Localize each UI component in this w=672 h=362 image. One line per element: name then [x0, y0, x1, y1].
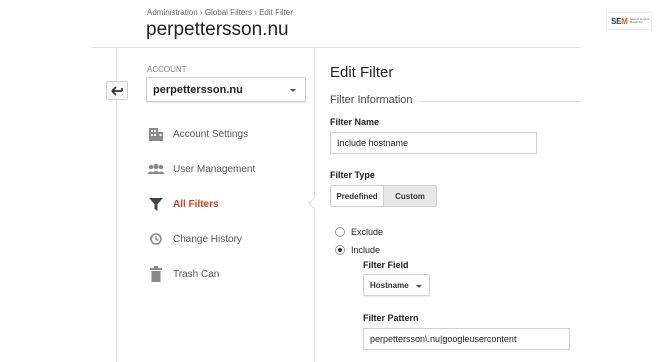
breadcrumb-global-filters[interactable]: Global Filters: [205, 8, 252, 17]
filter-field-label: Filter Field: [363, 260, 409, 270]
radio-exclude-label: Exclude: [351, 227, 384, 237]
filter-name-value: Include hostname: [337, 138, 409, 148]
filter-name-label: Filter Name: [330, 117, 380, 127]
sidebar-item-account-settings[interactable]: Account Settings: [146, 124, 248, 144]
sidebar-item-label: Account Settings: [173, 128, 249, 140]
filter-field-value: Hostname: [370, 280, 409, 290]
filter-pattern-label: Filter Pattern: [363, 313, 419, 323]
filter-field-select[interactable]: Hostname: [363, 274, 430, 296]
filter-type-label: Filter Type: [330, 170, 375, 180]
edit-filter-title: Edit Filter: [330, 64, 394, 81]
sidebar-item-label: User Management: [173, 163, 256, 175]
sidebar-item-user-management[interactable]: User Management: [146, 159, 255, 179]
sidebar-item-label: All Filters: [173, 198, 219, 210]
sidebar-item-label: Trash Can: [173, 268, 220, 280]
filter-icon: [146, 195, 166, 213]
logo-tagline: Search Engine Magazine: [629, 17, 650, 24]
back-arrow-icon: [111, 85, 123, 96]
users-icon: [146, 160, 166, 178]
page-title: perpettersson.nu: [146, 19, 289, 40]
chevron-down-icon: [290, 89, 296, 92]
filter-type-toggle: Predefined Custom: [330, 185, 437, 207]
account-label: ACCOUNT: [147, 65, 187, 74]
tab-predefined[interactable]: Predefined: [331, 186, 383, 206]
building-icon: [146, 125, 166, 143]
breadcrumb-separator: ›: [199, 8, 203, 17]
filter-pattern-input[interactable]: perpettersson\.nu|googleusercontent: [363, 328, 570, 350]
sidebar-item-trash-can[interactable]: Trash Can: [146, 264, 219, 284]
account-select[interactable]: perpettersson.nu: [146, 77, 306, 102]
filter-pattern-value: perpettersson\.nu|googleusercontent: [370, 334, 517, 344]
trash-icon: [146, 265, 166, 283]
tab-custom[interactable]: Custom: [383, 186, 436, 206]
breadcrumb: Administration › Global Filters › Edit F…: [147, 8, 293, 17]
chevron-down-icon: [416, 285, 422, 288]
breadcrumb-separator: ›: [254, 8, 257, 17]
breadcrumb-administration[interactable]: Administration: [147, 8, 198, 17]
account-select-value: perpettersson.nu: [153, 83, 243, 96]
section-divider: [420, 101, 581, 102]
filter-name-input[interactable]: Include hostname: [330, 132, 537, 154]
sem-logo: SEM Search Engine Magazine: [606, 12, 652, 30]
breadcrumb-edit-filter: Edit Filter: [259, 8, 293, 17]
back-button[interactable]: [106, 81, 128, 100]
radio-include-label: Include: [351, 245, 381, 255]
logo-text-m: M: [621, 16, 628, 26]
filter-information-heading: Filter Information: [330, 94, 413, 106]
history-icon: [146, 230, 166, 248]
active-item-pointer: [308, 197, 321, 210]
sidebar-item-label: Change History: [173, 233, 242, 245]
logo-text-se: SE: [611, 16, 622, 26]
header-divider: [91, 47, 581, 48]
radio-button-selected[interactable]: [335, 245, 345, 255]
radio-exclude[interactable]: Exclude: [335, 225, 383, 239]
radio-button[interactable]: [335, 227, 345, 237]
sidebar-item-change-history[interactable]: Change History: [146, 229, 242, 249]
radio-include[interactable]: Include: [335, 243, 380, 257]
sidebar-item-all-filters[interactable]: All Filters: [146, 194, 219, 214]
